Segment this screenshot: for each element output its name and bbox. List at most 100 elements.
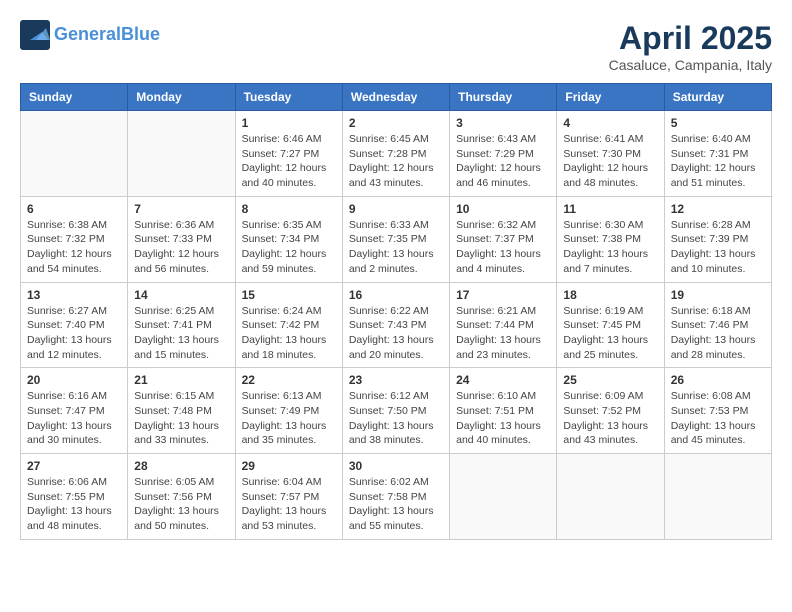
calendar-week-row: 6 Sunrise: 6:38 AMSunset: 7:32 PMDaylight…	[21, 196, 772, 282]
day-number: 1	[242, 116, 336, 130]
day-info: Sunrise: 6:41 AMSunset: 7:30 PMDaylight:…	[563, 132, 657, 191]
location-subtitle: Casaluce, Campania, Italy	[609, 57, 772, 73]
calendar-cell: 17Sunrise: 6:21 AMSunset: 7:44 PMDayligh…	[450, 282, 557, 368]
calendar-week-row: 20 Sunrise: 6:16 AMSunset: 7:47 PMDayligh…	[21, 368, 772, 454]
weekday-header: Friday	[557, 84, 664, 111]
calendar-cell: 19 Sunrise: 6:18 AMSunset: 7:46 PMDayligh…	[664, 282, 771, 368]
day-number: 27	[27, 459, 121, 473]
logo: GeneralBlue	[20, 20, 160, 50]
calendar-cell: 24 Sunrise: 6:10 AMSunset: 7:51 PMDayligh…	[450, 368, 557, 454]
day-info: Sunrise: 6:35 AMSunset: 7:34 PMDaylight:…	[242, 218, 336, 277]
calendar-cell: 15 Sunrise: 6:24 AMSunset: 7:42 PMDayligh…	[235, 282, 342, 368]
day-info: Sunrise: 6:38 AMSunset: 7:32 PMDaylight:…	[27, 218, 121, 277]
day-number: 2	[349, 116, 443, 130]
calendar-cell: 10 Sunrise: 6:32 AMSunset: 7:37 PMDayligh…	[450, 196, 557, 282]
calendar-cell: 29Sunrise: 6:04 AMSunset: 7:57 PMDayligh…	[235, 454, 342, 540]
day-info: Sunrise: 6:09 AMSunset: 7:52 PMDaylight:…	[563, 389, 657, 448]
day-number: 19	[671, 288, 765, 302]
calendar-cell: 28 Sunrise: 6:05 AMSunset: 7:56 PMDayligh…	[128, 454, 235, 540]
day-number: 6	[27, 202, 121, 216]
day-info: Sunrise: 6:05 AMSunset: 7:56 PMDaylight:…	[134, 475, 228, 534]
day-number: 12	[671, 202, 765, 216]
day-info: Sunrise: 6:45 AMSunset: 7:28 PMDaylight:…	[349, 132, 443, 191]
calendar-cell: 16 Sunrise: 6:22 AMSunset: 7:43 PMDayligh…	[342, 282, 449, 368]
title-area: April 2025 Casaluce, Campania, Italy	[609, 20, 772, 73]
day-number: 18	[563, 288, 657, 302]
calendar-cell: 2 Sunrise: 6:45 AMSunset: 7:28 PMDaylight…	[342, 111, 449, 197]
day-info: Sunrise: 6:24 AMSunset: 7:42 PMDaylight:…	[242, 304, 336, 363]
day-number: 4	[563, 116, 657, 130]
calendar-cell: 18Sunrise: 6:19 AMSunset: 7:45 PMDayligh…	[557, 282, 664, 368]
weekday-header: Wednesday	[342, 84, 449, 111]
day-info: Sunrise: 6:16 AMSunset: 7:47 PMDaylight:…	[27, 389, 121, 448]
day-info: Sunrise: 6:25 AMSunset: 7:41 PMDaylight:…	[134, 304, 228, 363]
day-info: Sunrise: 6:08 AMSunset: 7:53 PMDaylight:…	[671, 389, 765, 448]
calendar-cell: 13Sunrise: 6:27 AMSunset: 7:40 PMDayligh…	[21, 282, 128, 368]
calendar-cell: 11Sunrise: 6:30 AMSunset: 7:38 PMDayligh…	[557, 196, 664, 282]
calendar-cell: 25 Sunrise: 6:09 AMSunset: 7:52 PMDayligh…	[557, 368, 664, 454]
day-number: 30	[349, 459, 443, 473]
day-info: Sunrise: 6:36 AMSunset: 7:33 PMDaylight:…	[134, 218, 228, 277]
calendar-cell: 23 Sunrise: 6:12 AMSunset: 7:50 PMDayligh…	[342, 368, 449, 454]
day-number: 5	[671, 116, 765, 130]
calendar-cell: 4 Sunrise: 6:41 AMSunset: 7:30 PMDaylight…	[557, 111, 664, 197]
day-number: 28	[134, 459, 228, 473]
weekday-header: Thursday	[450, 84, 557, 111]
calendar-cell: 9Sunrise: 6:33 AMSunset: 7:35 PMDaylight…	[342, 196, 449, 282]
day-info: Sunrise: 6:28 AMSunset: 7:39 PMDaylight:…	[671, 218, 765, 277]
day-number: 22	[242, 373, 336, 387]
day-info: Sunrise: 6:10 AMSunset: 7:51 PMDaylight:…	[456, 389, 550, 448]
calendar-cell: 30 Sunrise: 6:02 AMSunset: 7:58 PMDayligh…	[342, 454, 449, 540]
calendar-cell: 20 Sunrise: 6:16 AMSunset: 7:47 PMDayligh…	[21, 368, 128, 454]
calendar-cell: 26Sunrise: 6:08 AMSunset: 7:53 PMDayligh…	[664, 368, 771, 454]
day-number: 25	[563, 373, 657, 387]
calendar-cell	[128, 111, 235, 197]
day-info: Sunrise: 6:33 AMSunset: 7:35 PMDaylight:…	[349, 218, 443, 277]
day-info: Sunrise: 6:12 AMSunset: 7:50 PMDaylight:…	[349, 389, 443, 448]
calendar-cell: 12 Sunrise: 6:28 AMSunset: 7:39 PMDayligh…	[664, 196, 771, 282]
weekday-header: Sunday	[21, 84, 128, 111]
day-info: Sunrise: 6:27 AMSunset: 7:40 PMDaylight:…	[27, 304, 121, 363]
calendar-week-row: 13Sunrise: 6:27 AMSunset: 7:40 PMDayligh…	[21, 282, 772, 368]
day-info: Sunrise: 6:43 AMSunset: 7:29 PMDaylight:…	[456, 132, 550, 191]
day-info: Sunrise: 6:46 AMSunset: 7:27 PMDaylight:…	[242, 132, 336, 191]
day-number: 7	[134, 202, 228, 216]
calendar-cell	[664, 454, 771, 540]
calendar-cell	[21, 111, 128, 197]
day-number: 11	[563, 202, 657, 216]
page-header: GeneralBlue April 2025 Casaluce, Campani…	[20, 20, 772, 73]
calendar-week-row: 1 Sunrise: 6:46 AMSunset: 7:27 PMDaylight…	[21, 111, 772, 197]
month-title: April 2025	[609, 20, 772, 57]
calendar-cell: 27 Sunrise: 6:06 AMSunset: 7:55 PMDayligh…	[21, 454, 128, 540]
calendar-cell: 7 Sunrise: 6:36 AMSunset: 7:33 PMDaylight…	[128, 196, 235, 282]
calendar-cell: 5 Sunrise: 6:40 AMSunset: 7:31 PMDaylight…	[664, 111, 771, 197]
calendar-cell: 6 Sunrise: 6:38 AMSunset: 7:32 PMDaylight…	[21, 196, 128, 282]
calendar-cell: 3Sunrise: 6:43 AMSunset: 7:29 PMDaylight…	[450, 111, 557, 197]
day-number: 16	[349, 288, 443, 302]
logo-line1: General	[54, 24, 121, 44]
calendar-week-row: 27 Sunrise: 6:06 AMSunset: 7:55 PMDayligh…	[21, 454, 772, 540]
day-number: 8	[242, 202, 336, 216]
day-number: 10	[456, 202, 550, 216]
calendar-cell: 8 Sunrise: 6:35 AMSunset: 7:34 PMDaylight…	[235, 196, 342, 282]
day-info: Sunrise: 6:06 AMSunset: 7:55 PMDaylight:…	[27, 475, 121, 534]
day-number: 24	[456, 373, 550, 387]
weekday-header-row: SundayMondayTuesdayWednesdayThursdayFrid…	[21, 84, 772, 111]
day-info: Sunrise: 6:40 AMSunset: 7:31 PMDaylight:…	[671, 132, 765, 191]
day-info: Sunrise: 6:22 AMSunset: 7:43 PMDaylight:…	[349, 304, 443, 363]
day-number: 20	[27, 373, 121, 387]
day-number: 23	[349, 373, 443, 387]
day-number: 15	[242, 288, 336, 302]
calendar-cell: 14 Sunrise: 6:25 AMSunset: 7:41 PMDayligh…	[128, 282, 235, 368]
calendar-cell: 21Sunrise: 6:15 AMSunset: 7:48 PMDayligh…	[128, 368, 235, 454]
day-info: Sunrise: 6:02 AMSunset: 7:58 PMDaylight:…	[349, 475, 443, 534]
day-number: 14	[134, 288, 228, 302]
logo-text: GeneralBlue	[54, 25, 160, 45]
day-info: Sunrise: 6:32 AMSunset: 7:37 PMDaylight:…	[456, 218, 550, 277]
weekday-header: Monday	[128, 84, 235, 111]
day-info: Sunrise: 6:18 AMSunset: 7:46 PMDaylight:…	[671, 304, 765, 363]
day-info: Sunrise: 6:04 AMSunset: 7:57 PMDaylight:…	[242, 475, 336, 534]
weekday-header: Saturday	[664, 84, 771, 111]
logo-line2: Blue	[121, 24, 160, 44]
calendar-cell: 22Sunrise: 6:13 AMSunset: 7:49 PMDayligh…	[235, 368, 342, 454]
